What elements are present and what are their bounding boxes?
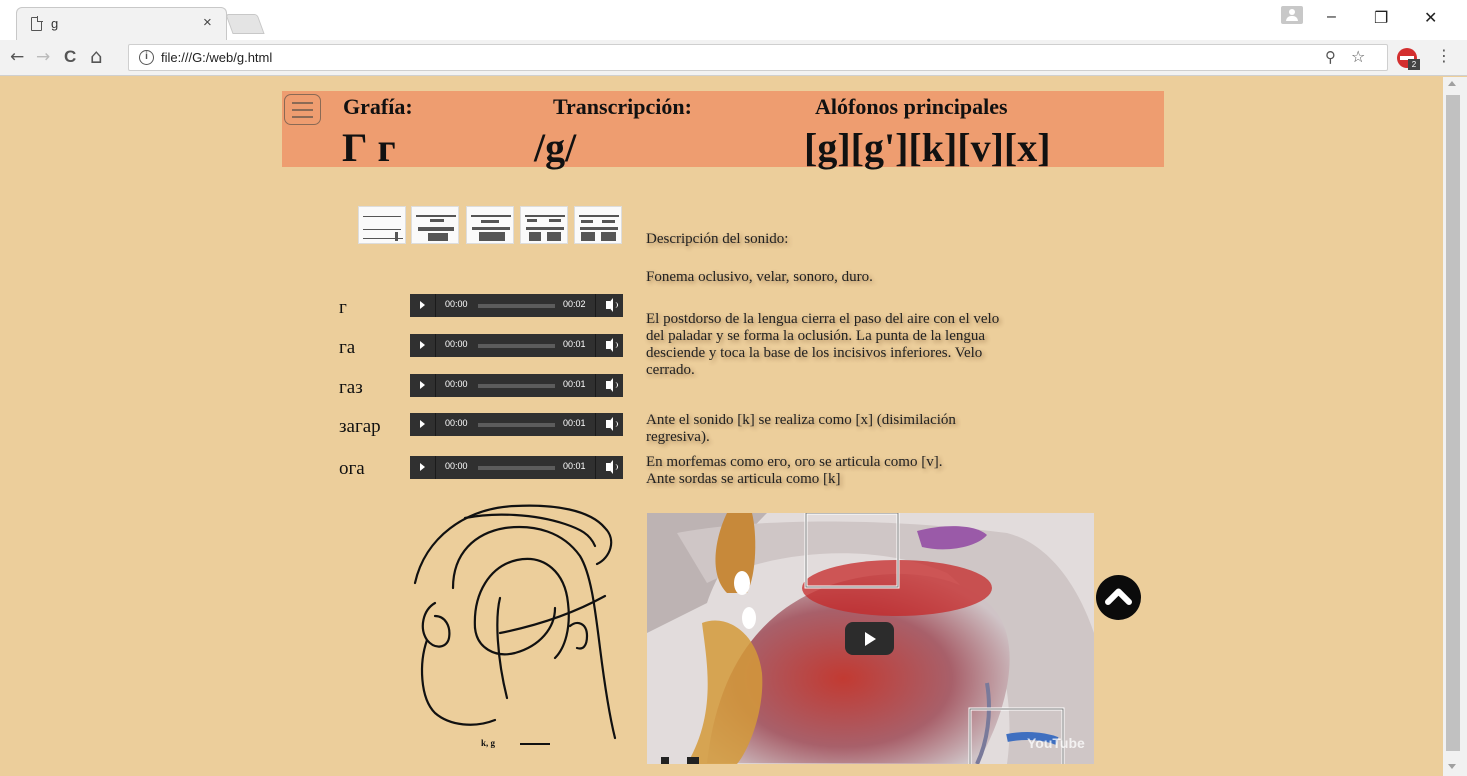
grafia-label: Grafía: [343,94,413,119]
current-time: 00:00 [445,299,468,309]
star-icon[interactable]: ☆ [1351,47,1365,66]
play-icon[interactable] [420,341,425,349]
diagram-line [520,743,550,745]
current-time: 00:00 [445,339,468,349]
youtube-logo[interactable]: YouTube [1027,735,1085,751]
current-time: 00:00 [445,461,468,471]
progress-track[interactable] [478,344,555,348]
scroll-to-top-button[interactable] [1096,575,1141,620]
info-icon[interactable]: i [139,50,154,65]
browser-tab[interactable]: g × [16,7,227,40]
audio-player[interactable]: 00:00 00:01 [410,334,623,357]
vertical-scrollbar[interactable] [1443,77,1467,776]
minimize-button[interactable]: – [1327,8,1336,26]
back-icon[interactable]: ← [10,47,24,67]
description-articulation-line: cerrado. [646,362,695,378]
current-time: 00:00 [445,418,468,428]
description-note-line: Ante sordas se articula como [k] [646,471,841,487]
new-tab-button[interactable] [225,14,265,34]
volume-icon[interactable] [606,417,618,431]
forward-icon[interactable]: → [36,47,50,67]
duration: 00:01 [563,339,586,349]
audio-player[interactable]: 00:00 00:01 [410,456,623,479]
description-note-line: En morfemas como его, ого se articula co… [646,454,943,470]
play-icon[interactable] [420,301,425,309]
profile-icon[interactable] [1281,6,1303,24]
reload-icon[interactable]: C [64,47,76,67]
progress-track[interactable] [478,384,555,388]
audio-word: га [339,337,356,358]
extension-badge: 2 [1408,59,1420,70]
audio-word: г [339,297,347,318]
volume-icon[interactable] [606,460,618,474]
page-header: Grafía: Г г Transcripción: /g/ Alófonos … [282,91,1164,170]
spectrogram-thumb[interactable] [411,206,459,244]
volume-icon[interactable] [606,338,618,352]
duration: 00:01 [563,418,586,428]
progress-track[interactable] [478,423,555,427]
scroll-thumb[interactable] [1446,95,1460,751]
alofonos-value: [g][g'][k][v][x] [804,125,1051,170]
spectrogram-thumb[interactable] [466,206,514,244]
audio-word: газ [339,377,363,398]
zoom-icon[interactable]: ⚲ [1325,48,1336,66]
video-play-button[interactable] [845,622,894,655]
articulation-diagram [413,504,617,740]
home-icon[interactable]: ⌂ [90,44,103,68]
transcripcion-value: /g/ [534,125,577,170]
address-bar[interactable]: i file:///G:/web/g.html ⚲ ☆ [128,44,1388,71]
chevron-up-icon [1105,588,1132,605]
tab-title: g [51,16,59,31]
spectrogram-thumb[interactable] [520,206,568,244]
volume-icon[interactable] [606,298,618,312]
scroll-down-icon[interactable] [1448,764,1456,769]
url-text[interactable]: file:///G:/web/g.html [161,50,272,65]
tab-close-icon[interactable]: × [203,14,212,31]
play-icon[interactable] [420,381,425,389]
duration: 00:01 [563,461,586,471]
grafia-value: Г г [342,125,396,170]
progress-track[interactable] [478,466,555,470]
hamburger-menu-icon[interactable] [284,94,321,125]
audio-player[interactable]: 00:00 00:02 [410,294,623,317]
play-icon[interactable] [420,463,425,471]
youtube-video[interactable]: YouTube [647,513,1094,764]
diagram-label: k, g [481,738,496,748]
duration: 00:02 [563,299,586,309]
volume-icon[interactable] [606,378,618,392]
browser-toolbar: ← → C ⌂ i file:///G:/web/g.html ⚲ ☆ 2 ⋮ [0,40,1467,76]
transcripcion-label: Transcripción: [553,94,692,119]
restore-button[interactable]: ❐ [1374,8,1388,28]
alofonos-label: Alófonos principales [815,94,1008,119]
audio-word: загар [339,416,381,437]
spectrogram-thumb[interactable] [574,206,622,244]
page-icon [31,16,43,31]
close-window-button[interactable]: ✕ [1424,8,1437,28]
play-icon[interactable] [420,420,425,428]
description-note-line: regresiva). [646,429,710,445]
progress-track[interactable] [478,304,555,308]
spectrogram-thumb[interactable] [358,206,406,244]
audio-player[interactable]: 00:00 00:01 [410,374,623,397]
menu-icon[interactable]: ⋮ [1436,46,1452,65]
audio-player[interactable]: 00:00 00:01 [410,413,623,436]
duration: 00:01 [563,379,586,389]
description-heading: Descripción del sonido: [646,231,789,247]
audio-word: ога [339,458,365,479]
tab-strip: g × – ❐ ✕ [0,0,1467,40]
description-articulation-line: desciende y toca la base de los incisivo… [646,345,983,361]
description-note-line: Ante el sonido [k] se realiza como [x] (… [646,412,956,428]
scroll-up-icon[interactable] [1448,81,1456,86]
description-type: Fonema oclusivo, velar, sonoro, duro. [646,269,873,285]
current-time: 00:00 [445,379,468,389]
description-articulation-line: del paladar y se forma la oclusión. La p… [646,328,986,344]
description-articulation-line: El postdorso de la lengua cierra el paso… [646,311,1000,327]
